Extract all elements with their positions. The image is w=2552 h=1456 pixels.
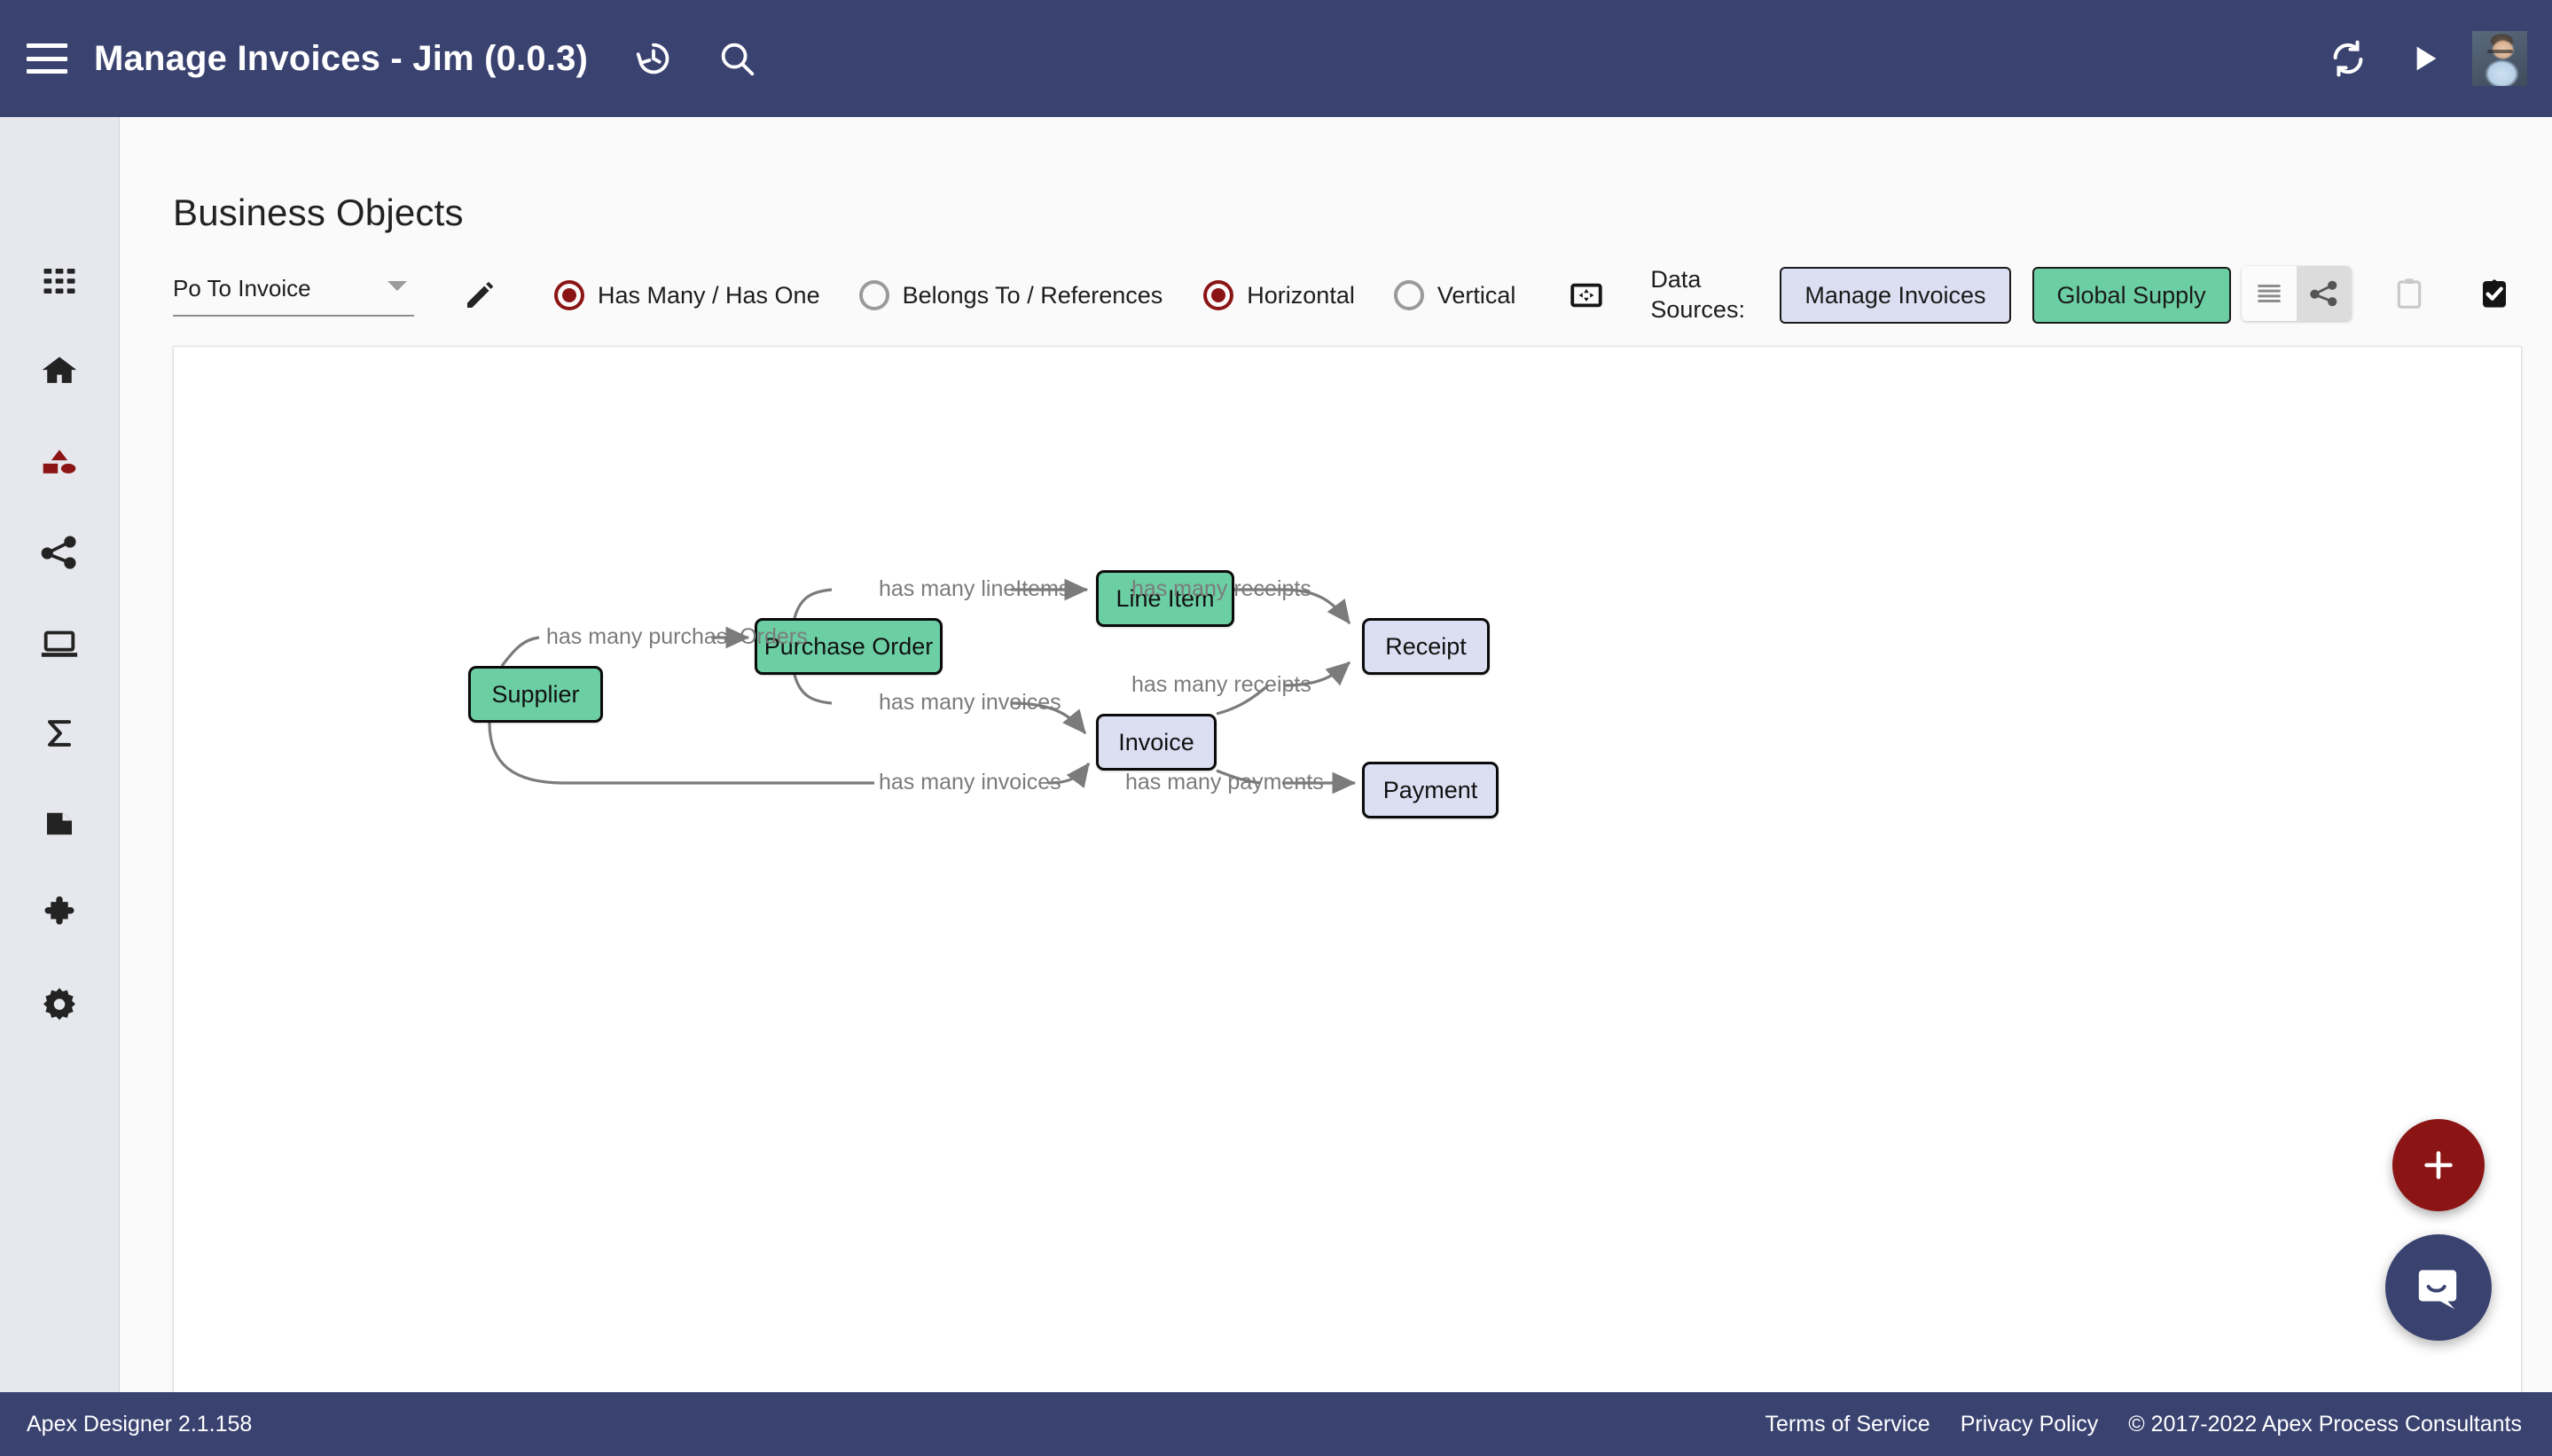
footer: Apex Designer 2.1.158 Terms of Service P…: [0, 1392, 2552, 1456]
radio-has-many-has-one[interactable]: Has Many / Has One: [554, 280, 820, 310]
terms-of-service-link[interactable]: Terms of Service: [1765, 1412, 1930, 1437]
clipboard-check-icon[interactable]: [2467, 266, 2522, 321]
relationship-radio-group: Has Many / Has One Belongs To / Referenc…: [554, 280, 1162, 310]
view-toggle-group: [2242, 266, 2352, 321]
sidebar-item-home[interactable]: [27, 339, 92, 404]
app-title: Manage Invoices - Jim (0.0.3): [94, 38, 589, 78]
diagram-select-value: Po To Invoice: [173, 274, 311, 301]
edge-label: has many purchaseOrders: [546, 624, 808, 649]
radio-mark: [554, 280, 584, 310]
fit-to-screen-icon[interactable]: [1563, 272, 1609, 318]
view-tools: [2242, 266, 2522, 321]
chat-bubble-icon: [2418, 1270, 2457, 1310]
radio-mark: [1393, 280, 1424, 310]
diagram-toolbar: Po To Invoice Has Many / Has One Belongs…: [173, 257, 2522, 333]
privacy-policy-link[interactable]: Privacy Policy: [1961, 1412, 2099, 1437]
plus-icon: [2424, 1151, 2453, 1179]
avatar[interactable]: [2472, 31, 2527, 86]
edge-label: has many payments: [1125, 770, 1324, 795]
sidebar-item-apps[interactable]: [27, 248, 92, 314]
sync-icon[interactable]: [2320, 30, 2376, 87]
diagram-canvas[interactable]: Supplier Purchase Order Line Item Invoic…: [173, 346, 2522, 1405]
app-version: Apex Designer 2.1.158: [27, 1411, 253, 1436]
search-icon[interactable]: [708, 30, 765, 87]
radio-belongs-to-references[interactable]: Belongs To / References: [858, 280, 1163, 310]
edge-label: has many invoices: [879, 690, 1061, 715]
edge-label: has many lineItems: [879, 576, 1070, 601]
diagram-edges: [488, 578, 1357, 795]
radio-mark: [858, 280, 889, 310]
sidebar-item-business-objects[interactable]: [27, 429, 92, 495]
chevron-down-icon[interactable]: [387, 280, 407, 291]
sidebar-item-calculations[interactable]: [27, 701, 92, 766]
play-icon[interactable]: [2396, 30, 2453, 87]
radio-label: Belongs To / References: [902, 281, 1163, 309]
node-invoice[interactable]: Invoice: [1096, 714, 1217, 771]
data-source-global-supply[interactable]: Global Supply: [2031, 267, 2231, 324]
graph-view-icon[interactable]: [2297, 266, 2352, 321]
footer-links: Terms of Service Privacy Policy © 2017-2…: [1735, 1412, 2522, 1437]
hamburger-menu-icon[interactable]: [27, 43, 67, 74]
node-payment[interactable]: Payment: [1362, 762, 1499, 818]
radio-label: Vertical: [1436, 281, 1516, 309]
main-content: Business Objects Po To Invoice Has Many …: [120, 117, 2552, 1405]
orientation-radio-group: Horizontal Vertical: [1203, 280, 1515, 310]
sidebar-item-extensions[interactable]: [27, 881, 92, 947]
left-sidebar: [0, 117, 120, 1392]
clipboard-icon[interactable]: [2382, 266, 2437, 321]
history-icon[interactable]: [625, 30, 682, 87]
top-app-bar: Manage Invoices - Jim (0.0.3): [0, 0, 2552, 117]
sidebar-item-settings[interactable]: [27, 972, 92, 1037]
copyright: © 2017-2022 Apex Process Consultants: [2128, 1411, 2522, 1436]
app-root: Manage Invoices - Jim (0.0.3) Business O…: [0, 0, 2552, 1456]
radio-label: Has Many / Has One: [598, 281, 820, 309]
data-source-buttons: Manage Invoices Global Supply: [1780, 267, 2231, 324]
edge-label: has many receipts: [1131, 672, 1311, 697]
select-underline: [173, 314, 414, 317]
node-supplier[interactable]: Supplier: [468, 666, 603, 723]
page-title: Business Objects: [173, 192, 464, 233]
node-receipt[interactable]: Receipt: [1362, 618, 1490, 675]
sidebar-item-devices[interactable]: [27, 610, 92, 676]
radio-horizontal[interactable]: Horizontal: [1203, 280, 1355, 310]
data-source-manage-invoices[interactable]: Manage Invoices: [1780, 267, 2011, 324]
body: Business Objects Po To Invoice Has Many …: [0, 117, 2552, 1405]
sidebar-item-graph[interactable]: [27, 520, 92, 585]
add-button[interactable]: [2392, 1119, 2485, 1211]
list-view-icon[interactable]: [2242, 266, 2297, 321]
edge-label: has many receipts: [1131, 576, 1311, 601]
chat-button[interactable]: [2385, 1234, 2492, 1341]
data-sources-label: Data Sources:: [1650, 266, 1745, 323]
radio-label: Horizontal: [1247, 281, 1355, 309]
edge-label: has many invoices: [879, 770, 1061, 795]
radio-vertical[interactable]: Vertical: [1393, 280, 1516, 310]
sidebar-item-documents[interactable]: [27, 791, 92, 857]
radio-mark: [1203, 280, 1234, 310]
diagram-select[interactable]: Po To Invoice: [173, 275, 414, 317]
pencil-icon[interactable]: [457, 272, 503, 318]
